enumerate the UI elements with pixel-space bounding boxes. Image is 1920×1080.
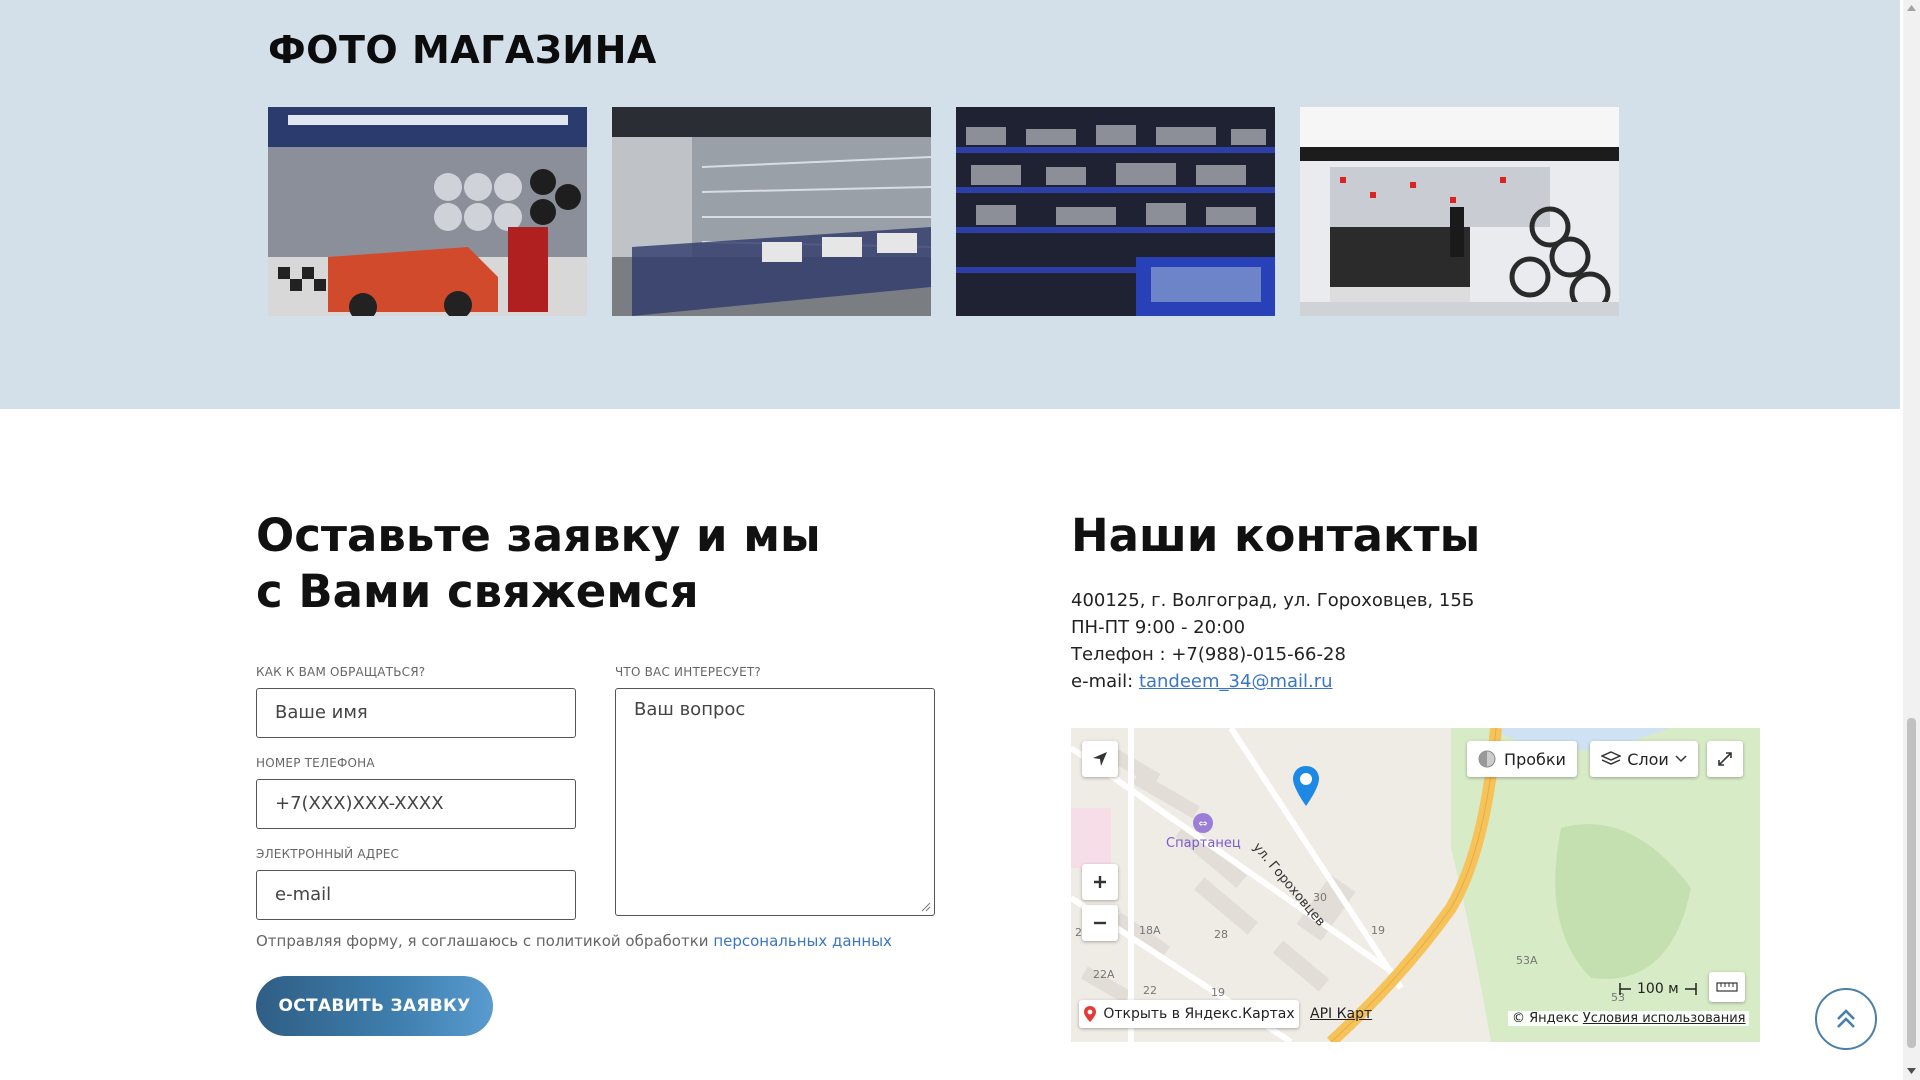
- traffic-button[interactable]: Пробки: [1467, 741, 1577, 777]
- layers-label: Слои: [1627, 749, 1669, 769]
- resize-grip-icon[interactable]: [921, 902, 931, 912]
- map-house-number: 19: [1371, 924, 1385, 937]
- store-photo-1[interactable]: [268, 107, 587, 316]
- scale-label: 100 м: [1637, 981, 1679, 997]
- open-in-yandex-label: Открыть в Яндекс.Картах: [1103, 1006, 1295, 1022]
- locate-arrow-icon: [1093, 752, 1107, 766]
- scale-right-tick-icon: [1684, 983, 1697, 995]
- chevron-down-icon: [1675, 755, 1687, 763]
- contacts-title: Наши контакты: [1071, 509, 1481, 562]
- zoom-in-button[interactable]: [1082, 864, 1118, 900]
- email-label: ЭЛЕКТРОННЫЙ АДРЕС: [256, 847, 400, 861]
- form-title-line2: с Вами свяжемся: [256, 565, 699, 618]
- question-placeholder: Ваш вопрос: [634, 699, 746, 720]
- double-chevron-up-icon: [1837, 1009, 1855, 1028]
- zoom-out-button[interactable]: [1082, 905, 1118, 941]
- contact-email-link[interactable]: tandeem_34@mail.ru: [1139, 671, 1333, 692]
- map-house-number: 2: [1075, 926, 1082, 939]
- scroll-up-arrow-icon[interactable]: [1907, 4, 1916, 12]
- contact-hours: ПН-ПТ 9:00 - 20:00: [1071, 617, 1246, 638]
- traffic-label: Пробки: [1504, 749, 1566, 769]
- map-house-number: 28: [1214, 928, 1228, 941]
- consent-text: Отправляя форму, я соглашаюсь с политико…: [256, 932, 709, 950]
- privacy-link[interactable]: персональных данных: [713, 932, 892, 950]
- expand-icon: [1718, 752, 1732, 766]
- question-textarea[interactable]: Ваш вопрос: [615, 688, 935, 916]
- geolocation-button[interactable]: [1082, 741, 1118, 777]
- svg-text:⇔: ⇔: [1198, 817, 1207, 830]
- ruler-button[interactable]: [1709, 972, 1745, 1002]
- api-link[interactable]: API Карт: [1310, 1006, 1372, 1022]
- store-photo-4[interactable]: [1300, 107, 1619, 316]
- contact-address: 400125, г. Волгоград, ул. Гороховцев, 15…: [1071, 590, 1475, 611]
- layers-button[interactable]: Слои: [1590, 741, 1698, 777]
- map-house-number: 30: [1313, 891, 1327, 904]
- email-input[interactable]: e-mail: [256, 870, 576, 920]
- fullscreen-button[interactable]: [1707, 741, 1743, 777]
- location-pin-icon: [1084, 1006, 1097, 1022]
- contact-phone: Телефон : +7(988)-015-66-28: [1071, 644, 1346, 665]
- map-pin-icon[interactable]: [1290, 764, 1322, 810]
- minus-icon: [1094, 921, 1106, 925]
- map-poi-label[interactable]: Спартанец: [1166, 836, 1241, 851]
- phone-label: НОМЕР ТЕЛЕФОНА: [256, 756, 375, 770]
- phone-input[interactable]: +7(XXX)XXX-XXXX: [256, 779, 576, 829]
- consent-notice: Отправляя форму, я соглашаюсь с политико…: [256, 932, 892, 950]
- layers-icon: [1601, 751, 1622, 765]
- terms-link[interactable]: Условия использования: [1583, 1011, 1746, 1026]
- map-house-number: 53А: [1516, 954, 1538, 967]
- map-scale: 100 м: [1619, 981, 1697, 997]
- map-house-number: 22: [1143, 984, 1157, 997]
- map-copyright: © Яндекс Условия использования: [1508, 1011, 1750, 1026]
- question-label: ЧТО ВАС ИНТЕРЕСУЕТ?: [615, 665, 761, 679]
- copyright-text: © Яндекс: [1512, 1011, 1579, 1026]
- submit-button[interactable]: ОСТАВИТЬ ЗАЯВКУ: [256, 976, 493, 1036]
- store-photo-3[interactable]: [956, 107, 1275, 316]
- page-scrollbar[interactable]: [1903, 0, 1920, 1080]
- scale-left-tick-icon: [1619, 983, 1631, 995]
- open-in-yandex-button[interactable]: Открыть в Яндекс.Картах: [1079, 1000, 1299, 1028]
- ruler-icon: [1716, 982, 1738, 992]
- scrollbar-thumb[interactable]: [1907, 718, 1916, 1048]
- contact-email-line: e-mail: tandeem_34@mail.ru: [1071, 671, 1333, 692]
- page: ФОТО МАГАЗИНА Оставьте заявку и мы с Вам…: [0, 0, 1920, 1080]
- name-input[interactable]: Ваше имя: [256, 688, 576, 738]
- scroll-to-top-button[interactable]: [1815, 988, 1877, 1050]
- form-title-line1: Оставьте заявку и мы: [256, 509, 821, 562]
- map-house-number: 18А: [1139, 924, 1161, 937]
- yandex-map[interactable]: ⇔ Спартанец ул. Гороховцев 30 28 19 18А …: [1071, 728, 1760, 1042]
- map-house-number: 19: [1211, 986, 1225, 999]
- photos-title: ФОТО МАГАЗИНА: [268, 28, 657, 72]
- traffic-light-icon: [1478, 750, 1496, 768]
- store-photos-section: ФОТО МАГАЗИНА: [0, 0, 1900, 409]
- map-house-number: 22А: [1093, 968, 1115, 981]
- store-photo-2[interactable]: [612, 107, 931, 316]
- scroll-down-arrow-icon[interactable]: [1907, 1067, 1916, 1075]
- name-label: КАК К ВАМ ОБРАЩАТЬСЯ?: [256, 665, 426, 679]
- plus-icon: [1094, 876, 1106, 888]
- form-title: Оставьте заявку и мы с Вами свяжемся: [256, 508, 856, 620]
- contact-email-prefix: e-mail:: [1071, 671, 1134, 692]
